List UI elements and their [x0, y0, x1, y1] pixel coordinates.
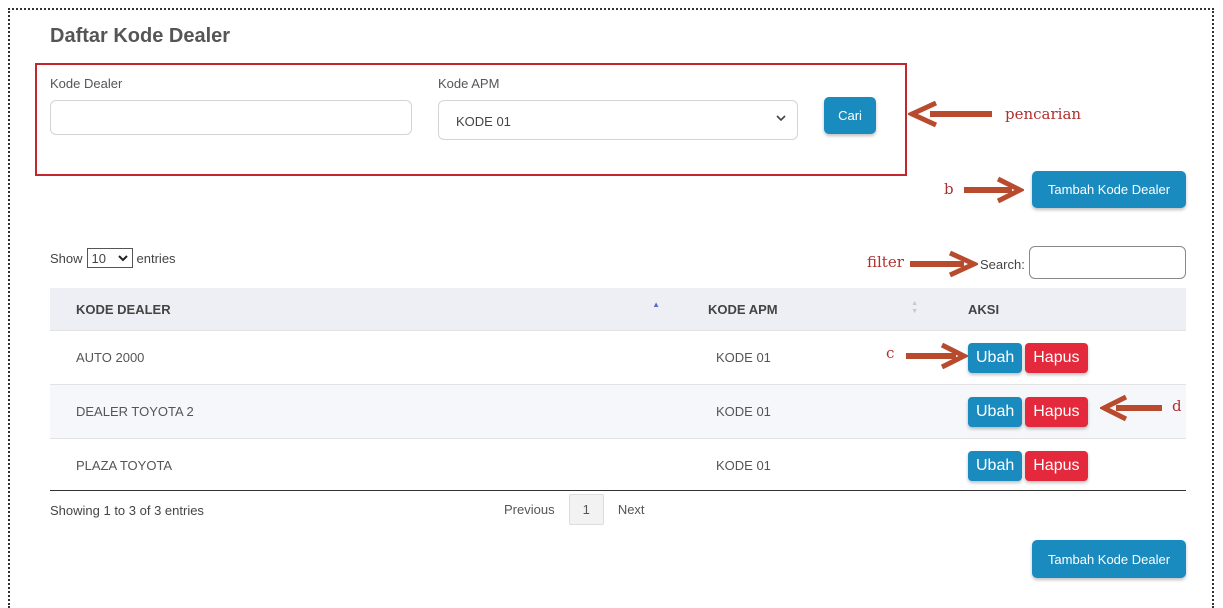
header-kode-dealer-label: KODE DEALER [76, 301, 171, 317]
kode-apm-select[interactable]: KODE 01 [438, 100, 798, 140]
ubah-button[interactable]: Ubah [968, 450, 1023, 481]
arrow-right-icon [964, 176, 1024, 204]
ubah-button[interactable]: Ubah [968, 342, 1023, 373]
table-bottom-border [50, 490, 1186, 491]
annotation-c: c [886, 344, 895, 362]
sort-asc-icon: ▲ [652, 300, 660, 309]
annotation-pencarian: pencarian [1005, 105, 1082, 123]
page-title: Daftar Kode Dealer [50, 25, 231, 47]
cell-kode-dealer: AUTO 2000 [50, 330, 676, 385]
annotation-d: d [1172, 397, 1182, 415]
cell-aksi: Ubah Hapus [936, 438, 1186, 492]
cell-kode-dealer: DEALER TOYOTA 2 [50, 384, 676, 439]
arrow-left-icon [908, 101, 992, 127]
header-kode-dealer[interactable]: KODE DEALER ▲ [50, 288, 676, 331]
table-search-input[interactable] [1029, 246, 1186, 279]
header-aksi-label: AKSI [968, 301, 1000, 317]
arrow-right-icon [906, 342, 968, 370]
hapus-button[interactable]: Hapus [1025, 396, 1088, 427]
cell-kode-apm: KODE 01 [676, 438, 936, 492]
search-label: Search: [980, 257, 1025, 272]
kode-dealer-input[interactable] [50, 100, 412, 135]
page-1-button[interactable]: 1 [568, 494, 604, 525]
next-button[interactable]: Next [604, 502, 659, 517]
hapus-button[interactable]: Hapus [1025, 342, 1088, 373]
dealer-table: KODE DEALER ▲ KODE APM ▲ ▼ AKSI AUTO 2000… [50, 288, 1186, 492]
table-row: PLAZA TOYOTA KODE 01 Ubah Hapus [50, 438, 1186, 492]
annotation-b: b [944, 180, 954, 198]
entries-label: entries [136, 250, 176, 266]
kode-apm-label: Kode APM [438, 76, 500, 91]
chevron-down-icon [775, 112, 787, 127]
show-label: Show [50, 250, 83, 266]
arrow-left-icon [1100, 394, 1162, 422]
kode-dealer-label: Kode Dealer [50, 76, 123, 91]
sort-icon: ▲ ▼ [911, 300, 918, 315]
entries-select[interactable]: 10 [86, 248, 133, 268]
pagination: Previous 1 Next [490, 494, 659, 525]
kode-apm-selected: KODE 01 [456, 114, 511, 129]
tambah-kode-dealer-button[interactable]: Tambah Kode Dealer [1032, 171, 1186, 208]
cell-kode-apm: KODE 01 [676, 384, 936, 439]
table-row: AUTO 2000 KODE 01 Ubah Hapus [50, 330, 1186, 385]
hapus-button[interactable]: Hapus [1025, 450, 1088, 481]
cell-kode-apm: KODE 01 [676, 330, 936, 385]
annotation-filter: filter [867, 253, 904, 271]
entries-value: 10 [91, 250, 106, 266]
chevron-down-icon [117, 255, 128, 262]
tambah-kode-dealer-button-bottom[interactable]: Tambah Kode Dealer [1032, 540, 1186, 578]
table-info: Showing 1 to 3 of 3 entries [50, 503, 204, 518]
cari-button[interactable]: Cari [824, 97, 876, 134]
arrow-right-icon [910, 250, 978, 278]
cell-aksi: Ubah Hapus [936, 330, 1186, 385]
table-row: DEALER TOYOTA 2 KODE 01 Ubah Hapus [50, 384, 1186, 439]
header-aksi: AKSI [936, 288, 1186, 331]
header-kode-apm[interactable]: KODE APM ▲ ▼ [676, 288, 936, 331]
ubah-button[interactable]: Ubah [968, 396, 1023, 427]
previous-button[interactable]: Previous [490, 502, 569, 517]
header-kode-apm-label: KODE APM [708, 301, 778, 317]
cell-kode-dealer: PLAZA TOYOTA [50, 438, 676, 492]
show-entries: Show 10 entries [50, 248, 176, 268]
